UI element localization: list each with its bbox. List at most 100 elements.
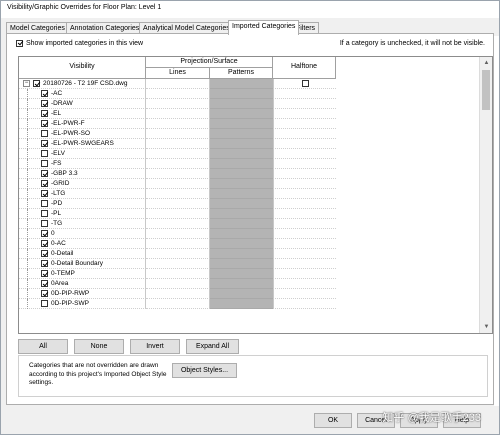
table-row[interactable]: -GBP 3.3 [19,169,480,179]
visibility-cell: -EL-PWR-SWGEARS [19,139,146,149]
visibility-checkbox[interactable] [41,230,48,237]
visibility-checkbox[interactable] [41,200,48,207]
visibility-checkbox[interactable] [41,120,48,127]
expand-all-button[interactable]: Expand All [186,339,239,354]
tree-line [27,129,28,139]
tab-imported-categories[interactable]: Imported Categories [228,20,300,35]
visibility-checkbox[interactable] [41,270,48,277]
visibility-checkbox[interactable] [41,260,48,267]
visibility-checkbox[interactable] [41,130,48,137]
lines-override-cell[interactable] [146,219,210,229]
visibility-cell: -EL-PWR-F [19,119,146,129]
table-row[interactable]: 0 [19,229,480,239]
lines-override-cell[interactable] [146,179,210,189]
all-button[interactable]: All [18,339,68,354]
visibility-checkbox[interactable] [41,280,48,287]
lines-override-cell[interactable] [146,189,210,199]
lines-override-cell[interactable] [146,169,210,179]
lines-override-cell[interactable] [146,99,210,109]
lines-override-cell[interactable] [146,259,210,269]
table-row[interactable]: -PL [19,209,480,219]
patterns-cell-disabled [210,299,273,309]
lines-override-cell[interactable] [146,289,210,299]
lines-override-cell[interactable] [146,279,210,289]
lines-override-cell[interactable] [146,249,210,259]
table-row[interactable]: 0-Detail [19,249,480,259]
table-row[interactable]: -ELV [19,149,480,159]
object-styles-button[interactable]: Object Styles... [172,363,237,378]
invert-button[interactable]: Invert [130,339,180,354]
halftone-checkbox[interactable] [302,80,309,87]
table-row[interactable]: 0D-PIP-SWP [19,299,480,309]
lines-override-cell[interactable] [146,299,210,309]
visibility-cell: 0-Detail [19,249,146,259]
visibility-checkbox[interactable] [41,140,48,147]
show-imported-checkbox[interactable] [16,39,23,47]
visibility-checkbox[interactable] [41,290,48,297]
table-row[interactable]: -TG [19,219,480,229]
lines-override-cell[interactable] [146,109,210,119]
table-row[interactable]: -LTG [19,189,480,199]
table-row[interactable]: -EL-PWR-SWGEARS [19,139,480,149]
ok-button[interactable]: OK [314,413,352,428]
visibility-checkbox[interactable] [41,90,48,97]
header-visibility[interactable]: Visibility [19,57,146,79]
lines-override-cell[interactable] [146,129,210,139]
lines-override-cell[interactable] [146,269,210,279]
table-row[interactable]: 0-AC [19,239,480,249]
tree-line [27,269,28,279]
table-row[interactable]: -EL [19,109,480,119]
tree-line [27,279,28,289]
visibility-checkbox[interactable] [41,100,48,107]
table-row[interactable]: -EL-PWR-F [19,119,480,129]
table-row[interactable]: − 20180726 - T2 19F CSD.dwg [19,79,480,89]
visibility-checkbox[interactable] [41,180,48,187]
visibility-checkbox[interactable] [33,80,40,87]
table-row[interactable]: 0D-PIP-RWP [19,289,480,299]
scroll-up-icon[interactable]: ▲ [480,57,492,69]
title-bar: Visibility/Graphic Overrides for Floor P… [1,1,499,18]
patterns-cell-disabled [210,249,273,259]
visibility-checkbox[interactable] [41,220,48,227]
visibility-checkbox[interactable] [41,300,48,307]
table-row[interactable]: 0-Detail Boundary [19,259,480,269]
lines-override-cell[interactable] [146,209,210,219]
visibility-checkbox[interactable] [41,190,48,197]
visibility-checkbox[interactable] [41,110,48,117]
visibility-checkbox[interactable] [41,160,48,167]
scroll-down-icon[interactable]: ▼ [480,321,492,333]
none-button[interactable]: None [74,339,124,354]
table-row[interactable]: 0Area [19,279,480,289]
visibility-cell: -EL-PWR-SO [19,129,146,139]
table-row[interactable]: -EL-PWR-SO [19,129,480,139]
visibility-checkbox[interactable] [41,170,48,177]
visibility-checkbox[interactable] [41,250,48,257]
table-row[interactable]: 0-TEMP [19,269,480,279]
table-row[interactable]: -AC [19,89,480,99]
visibility-checkbox[interactable] [41,210,48,217]
lines-override-cell[interactable] [146,119,210,129]
collapse-icon[interactable]: − [23,80,30,87]
scroll-thumb[interactable] [482,70,490,110]
tree-line [27,249,28,259]
category-label: -PD [51,200,63,207]
lines-override-cell[interactable] [146,199,210,209]
patterns-cell-disabled [210,229,273,239]
table-vertical-scrollbar[interactable]: ▲ ▼ [479,57,492,333]
visibility-checkbox[interactable] [41,150,48,157]
table-row[interactable]: -GRID [19,179,480,189]
visibility-checkbox[interactable] [41,240,48,247]
lines-override-cell[interactable] [146,139,210,149]
table-row[interactable]: -FS [19,159,480,169]
category-label: 0-AC [51,240,66,247]
show-imported-row[interactable]: Show imported categories in this view [16,38,143,48]
lines-override-cell[interactable] [146,89,210,99]
lines-override-cell[interactable] [146,229,210,239]
lines-override-cell[interactable] [146,239,210,249]
lines-override-cell[interactable] [146,149,210,159]
lines-override-cell[interactable] [146,159,210,169]
lines-override-cell[interactable] [146,79,210,89]
table-row[interactable]: -PD [19,199,480,209]
category-label: -EL [51,110,62,117]
table-row[interactable]: -DRAW [19,99,480,109]
